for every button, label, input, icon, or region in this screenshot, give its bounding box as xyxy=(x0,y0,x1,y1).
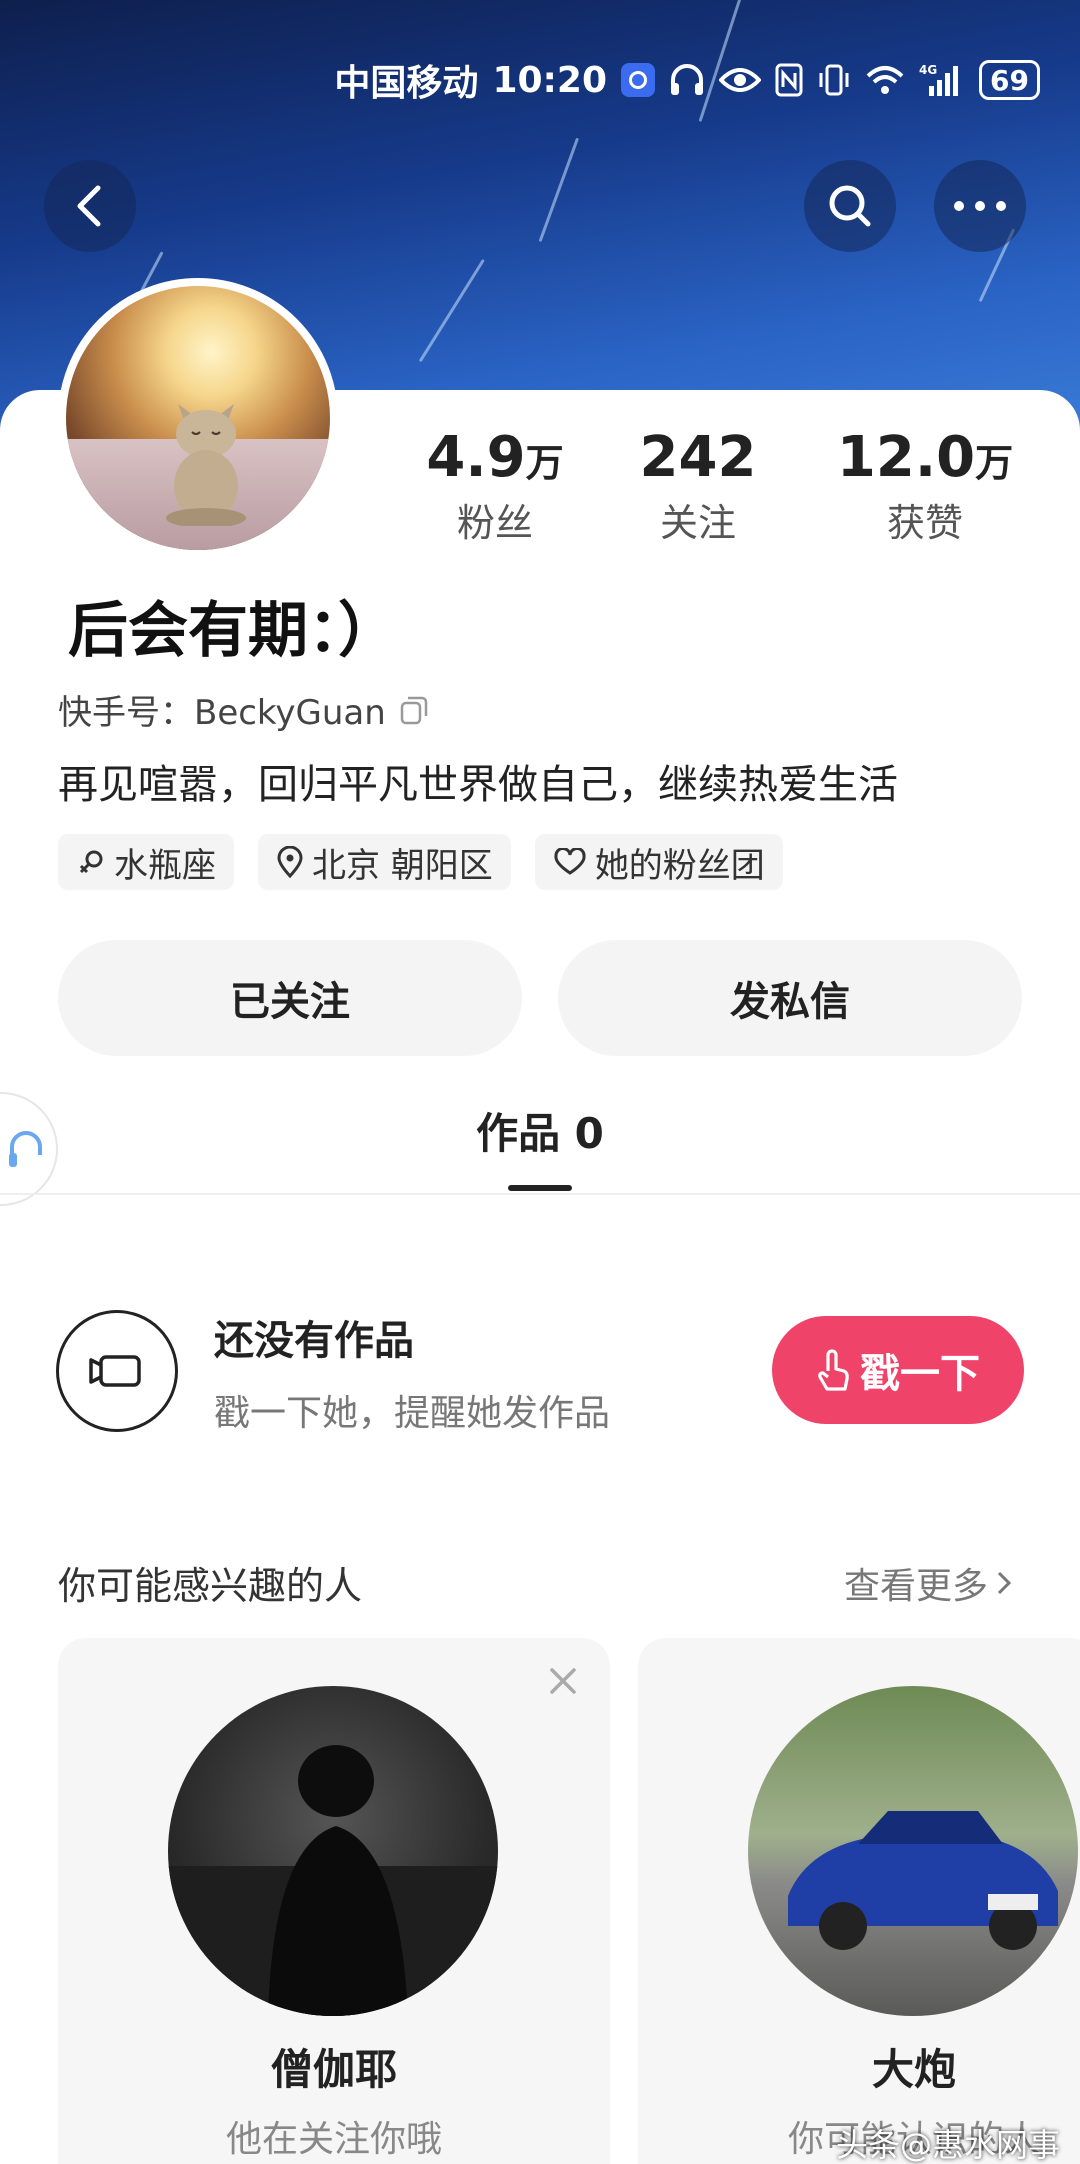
wifi-icon xyxy=(865,64,905,96)
back-button[interactable] xyxy=(44,160,136,252)
banner-streak xyxy=(418,258,485,363)
tag-location[interactable]: 北京 朝阳区 xyxy=(258,834,511,890)
stat-followers[interactable]: 4.9万 粉丝 xyxy=(395,425,595,547)
followers-count: 4.9 xyxy=(426,425,526,490)
clock: 10:20 xyxy=(492,59,608,101)
followers-label: 粉丝 xyxy=(456,501,533,545)
stat-likes[interactable]: 12.0万 获赞 xyxy=(820,425,1030,547)
battery-level: 69 xyxy=(990,63,1029,97)
followed-button[interactable]: 已关注 xyxy=(58,940,522,1056)
tab-divider xyxy=(0,1193,1080,1195)
headphones-icon xyxy=(669,63,705,97)
following-label: 关注 xyxy=(659,501,736,545)
recommend-subtitle: 他在关注你哦 xyxy=(225,2119,442,2160)
battery-indicator: 69 xyxy=(979,60,1040,100)
see-more-link[interactable]: 查看更多 xyxy=(844,1557,1014,1609)
tab-works[interactable]: 作品 0 xyxy=(0,1100,1080,1161)
close-icon[interactable] xyxy=(546,1664,580,1698)
poke-label: 戳一下 xyxy=(860,1351,980,1397)
poke-button[interactable]: 戳一下 xyxy=(772,1316,1024,1424)
status-bar: 中国移动 10:20 4G 69 xyxy=(334,55,1040,105)
location-pin-icon xyxy=(277,846,303,878)
search-button[interactable] xyxy=(804,160,896,252)
profile-avatar[interactable] xyxy=(58,278,338,558)
eye-icon xyxy=(719,66,762,94)
recommend-title: 你可能感兴趣的人 xyxy=(58,1564,363,1608)
tag-zodiac[interactable]: 水瓶座 xyxy=(58,834,234,890)
tag-location-label: 北京 朝阳区 xyxy=(312,845,493,886)
tab-active-indicator xyxy=(508,1185,572,1191)
likes-unit: 万 xyxy=(975,441,1014,485)
likes-label: 获赞 xyxy=(886,501,963,545)
chevron-right-icon xyxy=(997,1571,1012,1595)
vibrate-icon xyxy=(817,63,851,97)
more-options-button[interactable] xyxy=(934,160,1026,252)
network-type-label: 4G xyxy=(919,63,937,77)
kuaishou-id-row: 快手号：BeckyGuan xyxy=(58,685,430,734)
tap-finger-icon xyxy=(818,1349,849,1391)
recommend-name: 大炮 xyxy=(871,2045,956,2094)
recommend-avatar xyxy=(748,1686,1078,2016)
recommend-avatar xyxy=(168,1686,498,2016)
search-icon xyxy=(829,185,871,227)
see-more-label: 查看更多 xyxy=(844,1566,989,1607)
more-dots-icon xyxy=(954,201,1006,211)
app-notification-icon xyxy=(621,63,656,97)
recommend-name: 僧伽耶 xyxy=(270,2045,397,2094)
heart-icon xyxy=(554,848,586,875)
following-count: 242 xyxy=(639,425,757,490)
tag-fan-club[interactable]: 她的粉丝团 xyxy=(534,834,783,890)
car-image xyxy=(788,1811,1058,1950)
likes-count: 12.0 xyxy=(836,425,976,490)
copy-icon[interactable] xyxy=(398,694,430,726)
carrier-label: 中国移动 xyxy=(334,63,479,104)
cat-image xyxy=(166,404,246,526)
recommend-card[interactable]: 僧伽耶 他在关注你哦 xyxy=(58,1638,610,2164)
profile-tags: 水瓶座 北京 朝阳区 她的粉丝团 xyxy=(58,834,783,890)
female-icon xyxy=(79,850,103,874)
signal-icon: 4G xyxy=(919,62,965,98)
empty-works-title: 还没有作品 xyxy=(214,1318,414,1364)
person-silhouette xyxy=(168,1745,498,2016)
watermark: 头条@惠水网事 xyxy=(835,2126,1060,2164)
tag-fan-club-label: 她的粉丝团 xyxy=(594,845,765,886)
profile-name: 后会有期：） xyxy=(68,596,398,666)
nfc-icon xyxy=(775,63,803,97)
chevron-left-icon xyxy=(77,185,101,227)
empty-works-subtitle: 戳一下她，提醒她发作品 xyxy=(214,1393,611,1434)
empty-works-icon xyxy=(56,1310,178,1432)
banner-streak xyxy=(538,137,580,243)
kuaishou-id: 快手号：BeckyGuan xyxy=(58,693,386,733)
tag-zodiac-label: 水瓶座 xyxy=(114,845,216,886)
send-message-button[interactable]: 发私信 xyxy=(558,940,1022,1056)
video-camera-icon xyxy=(89,1355,141,1387)
profile-bio: 再见喧嚣，回归平凡世界做自己，继续热爱生活 xyxy=(58,762,898,808)
followers-unit: 万 xyxy=(525,441,564,485)
recommend-card[interactable]: 大炮 你可能认识的人 xyxy=(638,1638,1080,2164)
stat-following[interactable]: 242 关注 xyxy=(598,425,798,547)
